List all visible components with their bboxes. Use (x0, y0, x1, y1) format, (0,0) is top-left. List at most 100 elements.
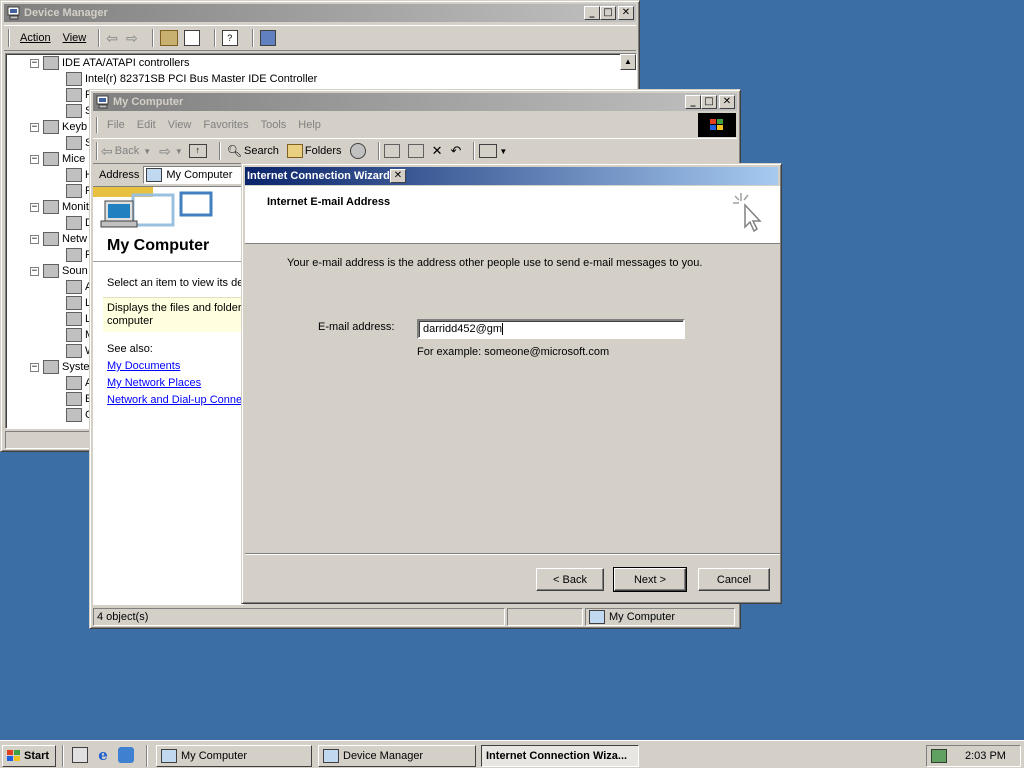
tree-device-item[interactable]: Intel(r) 82371SB PCI Bus Master IDE Cont… (66, 72, 317, 86)
close-button[interactable]: ✕ (389, 169, 406, 183)
task-device-manager[interactable]: Device Manager (318, 745, 476, 767)
link-network-dialup[interactable]: Network and Dial-up Connec (107, 394, 244, 406)
computer-icon (96, 95, 110, 109)
task-internet-connection-wizard[interactable]: Internet Connection Wiza... (481, 745, 639, 767)
collapse-icon[interactable]: − (30, 362, 39, 372)
device-icon (66, 216, 82, 230)
menu-edit[interactable]: Edit (131, 119, 162, 131)
separator (377, 142, 380, 160)
up-folder-icon[interactable] (159, 30, 178, 46)
wizard-titlebar[interactable]: Internet Connection Wizard ✕ (245, 167, 778, 185)
next-button[interactable]: Next > (613, 567, 687, 592)
delete-icon[interactable]: ✕ (432, 143, 443, 159)
menu-file[interactable]: File (101, 119, 131, 131)
up-folder-icon[interactable]: ↑ (188, 144, 207, 158)
search-button[interactable]: Search (244, 145, 279, 157)
grip (8, 29, 10, 47)
collapse-icon[interactable]: − (30, 58, 39, 68)
folders-icon[interactable] (286, 144, 303, 158)
menu-favorites[interactable]: Favorites (197, 119, 254, 131)
internet-connection-wizard[interactable]: Internet Connection Wizard ✕ Internet E-… (241, 163, 782, 604)
menu-tools[interactable]: Tools (255, 119, 293, 131)
windows-logo-icon (7, 750, 20, 761)
forward-arrow-icon[interactable]: ⇨ (126, 30, 138, 47)
forward-dropdown-icon[interactable]: ▼ (175, 147, 183, 156)
maximize-button[interactable]: □ (600, 6, 616, 20)
internet-explorer-icon[interactable]: e (95, 747, 111, 763)
tree-category-item[interactable]: − Netw (30, 232, 87, 246)
window-title: Internet Connection Wizard (247, 170, 390, 182)
undo-icon[interactable]: ↶ (450, 143, 461, 159)
link-my-documents[interactable]: My Documents (107, 360, 180, 372)
task-label: Device Manager (343, 750, 424, 762)
back-button[interactable]: < Back (536, 568, 604, 591)
maximize-button[interactable]: □ (701, 95, 717, 109)
tree-category-item[interactable]: − Soun (30, 264, 88, 278)
minimize-button[interactable]: _ (685, 95, 701, 109)
task-my-computer[interactable]: My Computer (156, 745, 312, 767)
menu-view[interactable]: View (57, 32, 93, 44)
tree-item-label: Syste (62, 361, 90, 373)
views-dropdown-icon[interactable]: ▼ (499, 147, 507, 156)
tree-category-item[interactable]: − Monit (30, 200, 89, 214)
start-button[interactable]: Start (2, 745, 56, 767)
tree-category-item[interactable]: − Keyb (30, 120, 87, 134)
email-value: darridd452@gm (423, 323, 503, 335)
copy-to-icon[interactable] (407, 144, 424, 158)
help-icon[interactable]: ? (221, 30, 238, 46)
collapse-icon[interactable]: − (30, 202, 39, 212)
close-button[interactable]: ✕ (719, 95, 735, 109)
separator (151, 29, 154, 47)
device-icon (66, 408, 82, 422)
menu-view[interactable]: View (162, 119, 198, 131)
scan-hardware-icon[interactable] (259, 30, 276, 46)
back-arrow-icon[interactable]: ⇦ (106, 30, 118, 47)
outlook-express-icon[interactable] (118, 747, 134, 763)
status-location: My Computer (585, 608, 735, 626)
wizard-description: Your e-mail address is the address other… (287, 257, 703, 269)
tree-category-item[interactable]: − IDE ATA/ATAPI controllers (30, 56, 190, 70)
folders-button[interactable]: Folders (305, 145, 342, 157)
history-icon[interactable] (349, 143, 366, 159)
cursor-sparkle-icon (733, 193, 762, 233)
webview-panel: My Computer Select an item to view its d… (93, 186, 244, 605)
tree-item-label: Intel(r) 82371SB PCI Bus Master IDE Cont… (85, 73, 318, 85)
email-input[interactable]: darridd452@gm (417, 319, 685, 339)
forward-arrow-icon[interactable]: ⇨ (159, 143, 171, 160)
collapse-icon[interactable]: − (30, 122, 39, 132)
move-to-icon[interactable] (383, 144, 400, 158)
tree-category-item[interactable]: − Syste (30, 360, 90, 374)
my-computer-titlebar[interactable]: My Computer _ □ ✕ (93, 93, 737, 111)
tree-device-item[interactable]: L (66, 312, 91, 326)
back-button[interactable]: Back (115, 145, 139, 157)
link-my-network-places[interactable]: My Network Places (107, 377, 201, 389)
search-icon[interactable]: 🔍︎ (227, 144, 242, 158)
device-manager-titlebar[interactable]: Device Manager _ □ ✕ (4, 4, 636, 22)
collapse-icon[interactable]: − (30, 266, 39, 276)
cancel-button[interactable]: Cancel (698, 568, 770, 591)
device-icon (43, 200, 59, 214)
show-desktop-icon[interactable] (72, 747, 88, 763)
device-icon (43, 232, 59, 246)
back-arrow-icon[interactable]: ⇦ (101, 143, 113, 160)
my-computer-toolbar: ⇦ Back ▼ ⇨ ▼ ↑ 🔍︎ Search Folders ✕ ↶ ▼ (93, 138, 737, 163)
tasks-separator (146, 745, 148, 767)
email-label: E-mail address: (318, 321, 395, 333)
menu-help[interactable]: Help (292, 119, 327, 131)
tree-device-item[interactable]: L (66, 296, 91, 310)
views-icon[interactable] (479, 144, 498, 158)
clock[interactable]: 2:03 PM (965, 750, 1006, 762)
scroll-up-button[interactable]: ▲ (620, 54, 636, 70)
device-icon (66, 328, 82, 342)
tree-category-item[interactable]: − Mice (30, 152, 85, 166)
menu-action[interactable]: Action (14, 32, 57, 44)
back-dropdown-icon[interactable]: ▼ (143, 147, 151, 156)
close-button[interactable]: ✕ (618, 6, 634, 20)
device-icon (43, 120, 59, 134)
minimize-button[interactable]: _ (584, 6, 600, 20)
network-tray-icon[interactable] (931, 749, 947, 763)
collapse-icon[interactable]: − (30, 234, 39, 244)
collapse-icon[interactable]: − (30, 154, 39, 164)
properties-icon[interactable] (183, 30, 200, 46)
status-object-count: 4 object(s) (93, 608, 505, 626)
